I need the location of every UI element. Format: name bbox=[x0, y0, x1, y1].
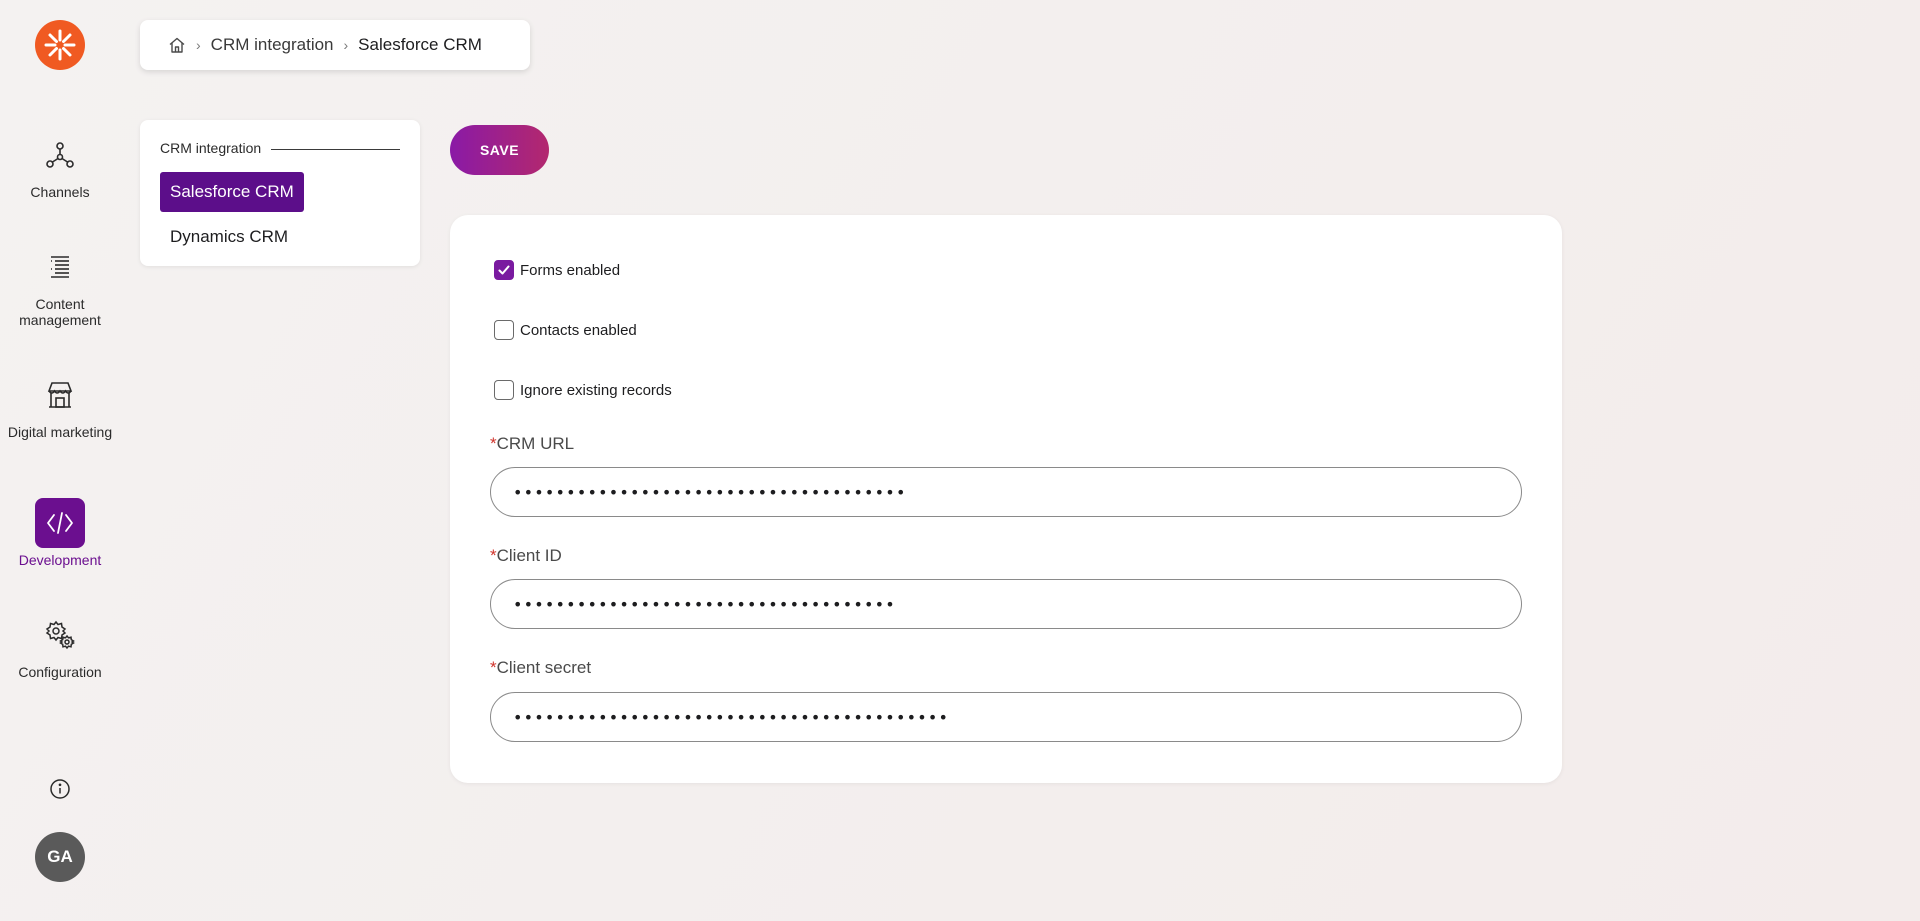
development-icon bbox=[35, 498, 85, 548]
nav-item-configuration[interactable]: Configuration bbox=[0, 610, 120, 680]
forms-enabled-checkbox-row[interactable]: Forms enabled bbox=[494, 260, 620, 280]
content-management-icon bbox=[35, 242, 85, 292]
breadcrumb-salesforce-crm: Salesforce CRM bbox=[358, 35, 482, 54]
ignore-existing-records-checkbox[interactable] bbox=[494, 380, 514, 400]
client-id-input[interactable]: •••••••••••••••••••••••••••••••••••• bbox=[490, 579, 1522, 629]
nav-item-digital-marketing[interactable]: Digital marketing bbox=[0, 370, 120, 440]
nav-label-content-management: Content management bbox=[19, 296, 101, 328]
user-avatar[interactable]: GA bbox=[35, 832, 85, 882]
subnav-group-header: CRM integration bbox=[160, 140, 400, 156]
home-icon[interactable] bbox=[168, 36, 186, 54]
nav-label-channels: Channels bbox=[30, 184, 90, 200]
salesforce-settings-form: Forms enabled Contacts enabled Ignore ex… bbox=[450, 215, 1562, 783]
client-secret-input[interactable]: ••••••••••••••••••••••••••••••••••••••••… bbox=[490, 692, 1522, 742]
nav-item-development[interactable]: Development bbox=[0, 498, 120, 568]
configuration-icon bbox=[35, 610, 85, 660]
client-id-label: *Client ID bbox=[490, 546, 562, 566]
required-marker: * bbox=[490, 546, 497, 565]
chevron-right-icon: › bbox=[196, 37, 201, 53]
divider bbox=[271, 148, 400, 150]
subnav-item-salesforce-crm[interactable]: Salesforce CRM bbox=[160, 172, 304, 212]
contacts-enabled-checkbox-row[interactable]: Contacts enabled bbox=[494, 320, 637, 340]
save-button[interactable]: SAVE bbox=[450, 125, 549, 175]
channels-icon bbox=[35, 130, 85, 180]
contacts-enabled-label: Contacts enabled bbox=[520, 321, 637, 339]
subnav-group-label: CRM integration bbox=[160, 140, 262, 156]
nav-item-channels[interactable]: Channels bbox=[0, 130, 120, 200]
digital-marketing-icon bbox=[35, 370, 85, 420]
kentico-logo-icon[interactable] bbox=[35, 20, 85, 70]
ignore-existing-records-checkbox-row[interactable]: Ignore existing records bbox=[494, 380, 672, 400]
forms-enabled-checkbox[interactable] bbox=[494, 260, 514, 280]
crm-url-input[interactable]: ••••••••••••••••••••••••••••••••••••• bbox=[490, 467, 1522, 517]
checkmark-icon bbox=[498, 265, 510, 275]
breadcrumb-crm-integration[interactable]: CRM integration bbox=[211, 35, 334, 55]
subnav-item-dynamics-crm[interactable]: Dynamics CRM bbox=[160, 217, 298, 257]
ignore-existing-records-label: Ignore existing records bbox=[520, 381, 672, 399]
nav-label-development: Development bbox=[18, 552, 102, 568]
required-marker: * bbox=[490, 434, 497, 453]
crm-url-label: *CRM URL bbox=[490, 434, 574, 454]
info-icon[interactable] bbox=[47, 776, 73, 802]
nav-label-digital-marketing: Digital marketing bbox=[7, 424, 113, 440]
client-secret-label-text: Client secret bbox=[496, 658, 592, 677]
crm-integration-subnav: CRM integration Salesforce CRM Dynamics … bbox=[140, 120, 420, 266]
breadcrumb: › CRM integration › Salesforce CRM bbox=[140, 20, 530, 70]
client-secret-label: *Client secret bbox=[490, 658, 591, 678]
nav-item-content-management[interactable]: Content management bbox=[0, 242, 120, 328]
required-marker: * bbox=[490, 658, 497, 677]
client-id-label-text: Client ID bbox=[496, 546, 562, 565]
chevron-right-icon: › bbox=[343, 37, 349, 53]
left-navigation-rail: Channels Content management Digital mark… bbox=[0, 0, 120, 921]
crm-url-label-text: CRM URL bbox=[496, 434, 575, 453]
nav-label-configuration: Configuration bbox=[18, 664, 102, 680]
forms-enabled-label: Forms enabled bbox=[520, 261, 621, 279]
contacts-enabled-checkbox[interactable] bbox=[494, 320, 514, 340]
